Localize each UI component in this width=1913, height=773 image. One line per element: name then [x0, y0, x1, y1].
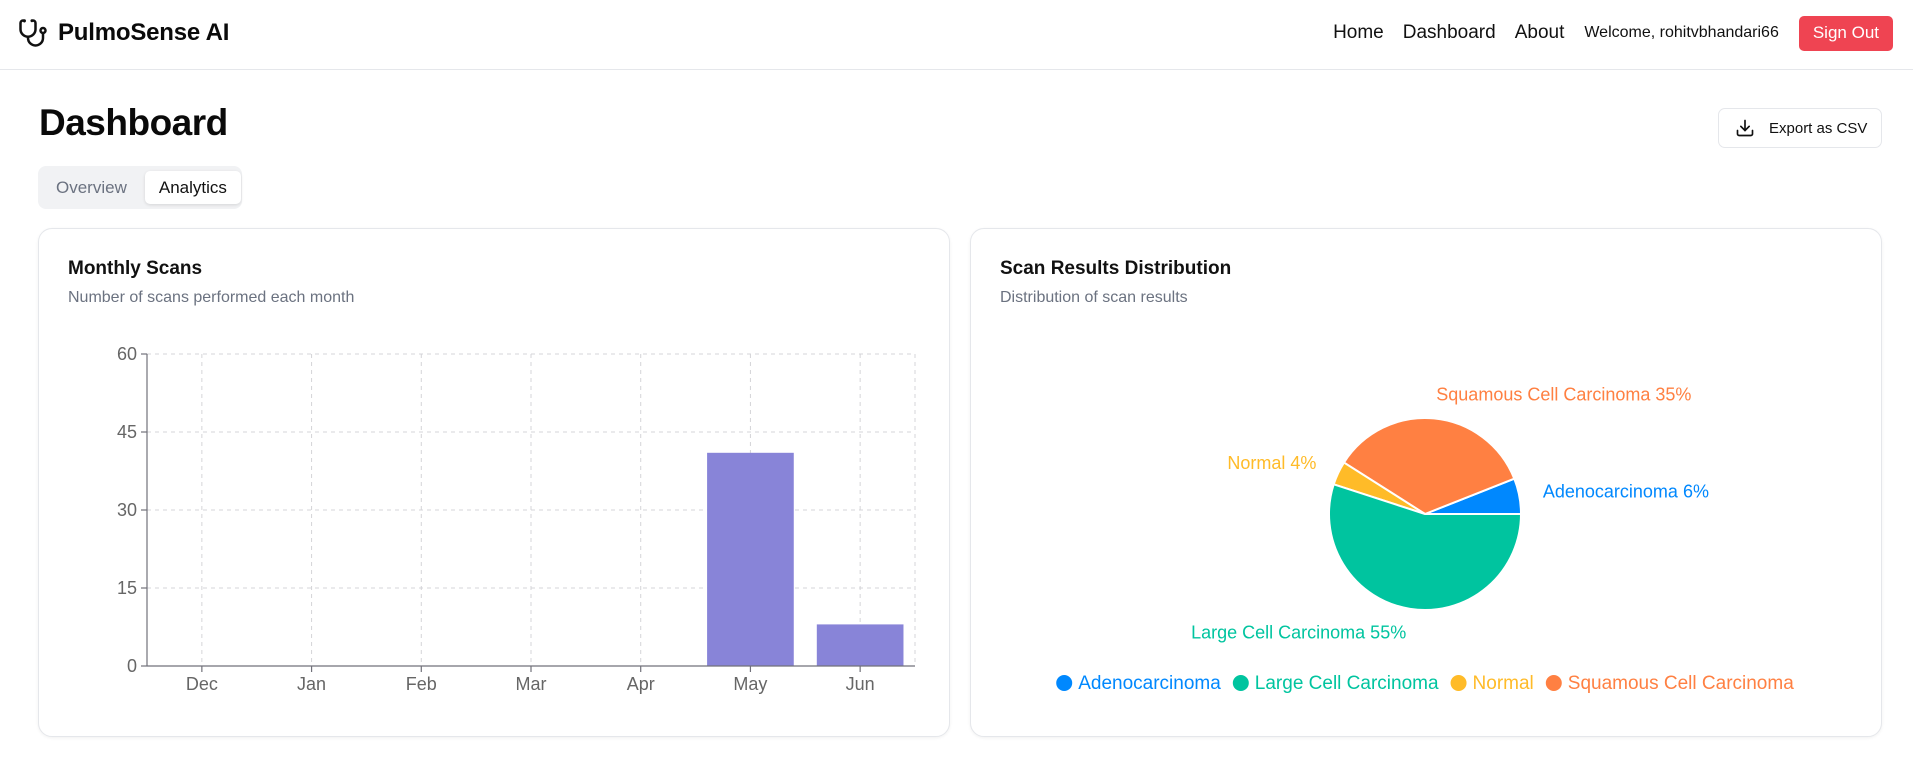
sign-out-button[interactable]: Sign Out	[1798, 15, 1893, 51]
export-csv-button[interactable]: Export as CSV	[1718, 108, 1882, 148]
y-tick-label: 60	[117, 344, 137, 364]
legend-dot	[1232, 675, 1249, 691]
legend-item: Large Cell Carcinoma	[1232, 673, 1439, 694]
tab-overview[interactable]: Overview	[42, 171, 141, 204]
pie-slice-label: Squamous Cell Carcinoma 35%	[1436, 385, 1691, 405]
bar-series	[707, 452, 904, 666]
stethoscope-icon	[19, 19, 47, 47]
y-tick-label: 30	[117, 500, 137, 520]
legend-label: Normal	[1473, 673, 1534, 694]
legend-dot	[1056, 675, 1073, 691]
x-tick-label: Dec	[186, 674, 218, 694]
bar-may	[707, 452, 794, 666]
y-tick-label: 0	[127, 656, 137, 676]
main-nav: Home Dashboard About Welcome, rohitvbhan…	[1333, 15, 1893, 51]
y-tick-label: 45	[117, 422, 137, 442]
export-csv-label: Export as CSV	[1769, 119, 1868, 137]
page-title: Dashboard	[39, 102, 228, 143]
nav-dashboard-link[interactable]: Dashboard	[1403, 22, 1496, 44]
monthly-scans-bar-chart: 0 15 30 45 60 Dec Jan Feb Mar Apr May Jun	[117, 344, 916, 694]
legend-dot	[1450, 675, 1467, 691]
bar-jun	[816, 624, 904, 666]
legend-item: Adenocarcinoma	[1056, 673, 1221, 694]
x-tick-label: Jun	[846, 674, 875, 694]
nav-about-link[interactable]: About	[1515, 22, 1565, 44]
legend-label: Adenocarcinoma	[1078, 673, 1221, 694]
scan-distribution-card: Scan Results Distribution Distribution o…	[970, 228, 1882, 737]
y-tick-label: 15	[117, 578, 137, 598]
top-navbar: PulmoSense AI Home Dashboard About Welco…	[0, 0, 1913, 70]
download-icon	[1736, 119, 1754, 137]
dashboard-tabs: Overview Analytics	[38, 166, 242, 209]
x-tick-label: May	[733, 674, 767, 694]
tab-analytics[interactable]: Analytics	[144, 171, 241, 204]
app-name: PulmoSense AI	[58, 19, 230, 46]
pie-slice-label: Large Cell Carcinoma 55%	[1191, 623, 1406, 643]
pie-slices	[1328, 417, 1523, 611]
brand[interactable]: PulmoSense AI	[18, 17, 229, 49]
chart-grid	[147, 353, 916, 666]
monthly-scans-card: Monthly Scans Number of scans performed …	[38, 228, 950, 737]
legend-item: Squamous Cell Carcinoma	[1545, 673, 1794, 694]
scan-results-pie-chart: Adenocarcinoma 6% Squamous Cell Carcinoma…	[1056, 385, 1794, 694]
welcome-text: Welcome, rohitvbhandari66	[1584, 24, 1779, 41]
x-tick-label: Apr	[627, 674, 655, 694]
pie-slice-label: Normal 4%	[1227, 453, 1316, 473]
pie-legend: Adenocarcinoma Large Cell Carcinoma Normal…	[1056, 673, 1794, 694]
legend-label: Squamous Cell Carcinoma	[1568, 673, 1794, 694]
legend-dot	[1545, 675, 1562, 691]
x-tick-label: Mar	[516, 674, 547, 694]
legend-item: Normal	[1450, 673, 1534, 694]
legend-label: Large Cell Carcinoma	[1255, 673, 1439, 694]
x-tick-label: Feb	[406, 674, 437, 694]
nav-home-link[interactable]: Home	[1333, 22, 1384, 44]
x-tick-label: Jan	[297, 674, 326, 694]
pie-slice-label: Adenocarcinoma 6%	[1543, 482, 1709, 502]
